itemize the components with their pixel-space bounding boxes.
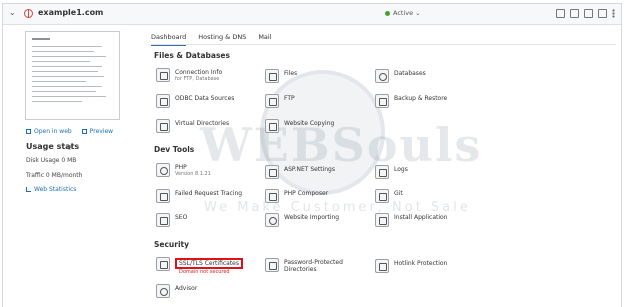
domain-header: ⌄ example1.com Active ⌄ — [3, 4, 621, 25]
domain-name[interactable]: example1.com — [38, 8, 103, 17]
shield-icon — [375, 259, 389, 273]
backup-icon — [375, 94, 389, 108]
seo-icon — [156, 213, 170, 227]
section-dev-tools: Dev Tools — [154, 145, 195, 154]
status-dot-icon — [385, 10, 390, 16]
stats-icon[interactable] — [598, 9, 607, 18]
ssl-highlight: SSL/TLS Certificates — [175, 258, 243, 269]
logs-item[interactable]: Logs — [375, 165, 408, 179]
copy-icon — [265, 119, 279, 133]
more-options-icon[interactable] — [612, 9, 615, 18]
web-statistics-link[interactable]: Web Statistics — [26, 186, 76, 193]
php-item[interactable]: PHP Version 8.1.21 — [156, 163, 211, 177]
database-icon[interactable] — [584, 9, 593, 18]
bug-icon — [156, 189, 170, 203]
section-security: Security — [154, 240, 190, 249]
preview-links: Open in web Preview — [26, 128, 113, 135]
traffic-usage: Traffic 0 MB/month — [26, 172, 83, 179]
seo-item[interactable]: SEO — [156, 213, 187, 227]
advisor-icon — [156, 284, 170, 298]
git-icon — [375, 189, 389, 203]
asp-net-settings-item[interactable]: ASP.NET Settings — [265, 165, 335, 179]
virtual-directories-item[interactable]: Virtual Directories — [156, 119, 229, 133]
status-text: Active — [393, 9, 414, 17]
tab-divider — [151, 44, 616, 45]
refresh-icon[interactable]: ⟳ — [67, 144, 73, 152]
backup-restore-item[interactable]: Backup & Restore — [375, 94, 447, 108]
protected-folder-icon — [265, 258, 279, 272]
files-item[interactable]: Files — [265, 69, 297, 83]
chart-icon — [26, 187, 31, 192]
database-icon — [375, 69, 389, 83]
advisor-item[interactable]: Advisor — [156, 284, 197, 298]
odbc-icon — [156, 94, 170, 108]
status-indicator[interactable]: Active ⌄ — [385, 9, 421, 17]
preview-link[interactable]: Preview — [81, 128, 113, 135]
php-icon — [156, 163, 170, 177]
hotlink-protection-item[interactable]: Hotlink Protection — [375, 259, 447, 273]
website-importing-item[interactable]: Website Importing — [265, 213, 339, 227]
failed-request-tracing-item[interactable]: Failed Request Tracing — [156, 189, 242, 203]
monitor-icon — [265, 94, 279, 108]
apps-icon — [375, 213, 389, 227]
import-icon — [265, 213, 279, 227]
section-files-databases: Files & Databases — [154, 51, 230, 60]
open-in-web-icon — [26, 129, 31, 134]
logs-icon — [375, 165, 389, 179]
databases-item[interactable]: Databases — [375, 69, 426, 83]
collapse-chevron-icon[interactable]: ⌄ — [9, 8, 16, 17]
ftp-item[interactable]: FTP — [265, 94, 295, 108]
git-item[interactable]: Git — [375, 189, 403, 203]
connection-info-icon — [156, 68, 170, 82]
odbc-data-sources-item[interactable]: ODBC Data Sources — [156, 94, 234, 108]
password-protected-directories-item[interactable]: Password-Protected Directories — [265, 258, 343, 273]
site-preview-thumbnail[interactable] — [25, 31, 120, 120]
windows-icon — [265, 165, 279, 179]
folder-icon — [265, 69, 279, 83]
php-composer-item[interactable]: PHP Composer — [265, 189, 328, 203]
install-application-item[interactable]: Install Application — [375, 213, 448, 227]
ssl-tls-certificates-item[interactable]: SSL/TLS Certificates Domain not secured — [156, 257, 243, 275]
header-tools — [556, 9, 615, 18]
globe-icon — [24, 9, 33, 18]
mail-icon[interactable] — [570, 9, 579, 18]
composer-icon — [265, 189, 279, 203]
disk-usage: Disk Usage 0 MB — [26, 157, 77, 164]
lock-icon — [156, 257, 170, 271]
sitemap-icon — [156, 119, 170, 133]
preview-icon — [81, 129, 87, 134]
connection-info-item[interactable]: Connection Info for FTP, Database — [156, 68, 222, 82]
folder-icon[interactable] — [556, 9, 565, 18]
website-copying-item[interactable]: Website Copying — [265, 119, 334, 133]
open-in-web-link[interactable]: Open in web — [26, 128, 72, 135]
